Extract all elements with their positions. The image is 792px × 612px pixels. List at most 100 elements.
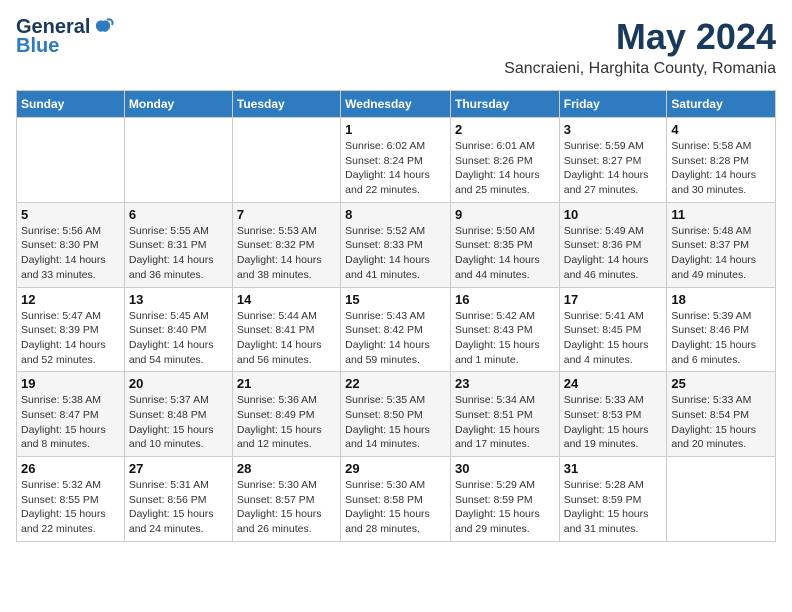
calendar-cell: 3 Sunrise: 5:59 AMSunset: 8:27 PMDaylight… xyxy=(559,118,667,203)
day-number: 26 xyxy=(21,461,120,476)
day-number: 15 xyxy=(345,292,446,307)
calendar-table: SundayMondayTuesdayWednesdayThursdayFrid… xyxy=(16,90,776,542)
day-info: Sunrise: 5:33 AMSunset: 8:53 PMDaylight:… xyxy=(564,393,663,452)
calendar-week-2: 5 Sunrise: 5:56 AMSunset: 8:30 PMDaylight… xyxy=(17,202,776,287)
calendar-cell xyxy=(667,457,776,542)
day-number: 4 xyxy=(671,122,771,137)
day-info: Sunrise: 5:50 AMSunset: 8:35 PMDaylight:… xyxy=(455,224,555,283)
day-info: Sunrise: 5:52 AMSunset: 8:33 PMDaylight:… xyxy=(345,224,446,283)
day-info: Sunrise: 6:02 AMSunset: 8:24 PMDaylight:… xyxy=(345,139,446,198)
calendar-cell: 17Sunrise: 5:41 AMSunset: 8:45 PMDayligh… xyxy=(559,287,667,372)
weekday-header-sunday: Sunday xyxy=(17,91,125,118)
day-number: 10 xyxy=(564,207,663,222)
day-number: 5 xyxy=(21,207,120,222)
day-info: Sunrise: 5:30 AMSunset: 8:58 PMDaylight:… xyxy=(345,478,446,537)
calendar-cell: 31 Sunrise: 5:28 AMSunset: 8:59 PMDayligh… xyxy=(559,457,667,542)
calendar-cell: 15Sunrise: 5:43 AMSunset: 8:42 PMDayligh… xyxy=(341,287,451,372)
calendar-cell: 9 Sunrise: 5:50 AMSunset: 8:35 PMDaylight… xyxy=(450,202,559,287)
calendar-cell: 26 Sunrise: 5:32 AMSunset: 8:55 PMDayligh… xyxy=(17,457,125,542)
day-info: Sunrise: 5:44 AMSunset: 8:41 PMDaylight:… xyxy=(237,309,336,368)
calendar-week-1: 1 Sunrise: 6:02 AMSunset: 8:24 PMDaylight… xyxy=(17,118,776,203)
day-number: 2 xyxy=(455,122,555,137)
day-info: Sunrise: 5:39 AMSunset: 8:46 PMDaylight:… xyxy=(671,309,771,368)
calendar-cell: 2Sunrise: 6:01 AMSunset: 8:26 PMDaylight… xyxy=(450,118,559,203)
calendar-cell xyxy=(17,118,125,203)
title-section: May 2024 Sancraieni, Harghita County, Ro… xyxy=(504,16,776,78)
day-info: Sunrise: 5:59 AMSunset: 8:27 PMDaylight:… xyxy=(564,139,663,198)
calendar-cell: 21 Sunrise: 5:36 AMSunset: 8:49 PMDayligh… xyxy=(232,372,340,457)
day-info: Sunrise: 5:47 AMSunset: 8:39 PMDaylight:… xyxy=(21,309,120,368)
calendar-cell: 4 Sunrise: 5:58 AMSunset: 8:28 PMDaylight… xyxy=(667,118,776,203)
calendar-cell: 25 Sunrise: 5:33 AMSunset: 8:54 PMDayligh… xyxy=(667,372,776,457)
day-info: Sunrise: 5:36 AMSunset: 8:49 PMDaylight:… xyxy=(237,393,336,452)
day-info: Sunrise: 5:56 AMSunset: 8:30 PMDaylight:… xyxy=(21,224,120,283)
weekday-header-saturday: Saturday xyxy=(667,91,776,118)
calendar-cell: 16Sunrise: 5:42 AMSunset: 8:43 PMDayligh… xyxy=(450,287,559,372)
day-info: Sunrise: 5:48 AMSunset: 8:37 PMDaylight:… xyxy=(671,224,771,283)
calendar-week-3: 12Sunrise: 5:47 AMSunset: 8:39 PMDayligh… xyxy=(17,287,776,372)
day-number: 6 xyxy=(129,207,228,222)
calendar-cell: 5 Sunrise: 5:56 AMSunset: 8:30 PMDaylight… xyxy=(17,202,125,287)
day-info: Sunrise: 5:33 AMSunset: 8:54 PMDaylight:… xyxy=(671,393,771,452)
calendar-cell: 8 Sunrise: 5:52 AMSunset: 8:33 PMDaylight… xyxy=(341,202,451,287)
day-number: 21 xyxy=(237,376,336,391)
page-title: May 2024 xyxy=(504,16,776,58)
calendar-week-5: 26 Sunrise: 5:32 AMSunset: 8:55 PMDayligh… xyxy=(17,457,776,542)
calendar-cell: 30 Sunrise: 5:29 AMSunset: 8:59 PMDayligh… xyxy=(450,457,559,542)
day-number: 23 xyxy=(455,376,555,391)
calendar-cell: 12Sunrise: 5:47 AMSunset: 8:39 PMDayligh… xyxy=(17,287,125,372)
weekday-header-thursday: Thursday xyxy=(450,91,559,118)
page-subtitle: Sancraieni, Harghita County, Romania xyxy=(504,60,776,78)
day-info: Sunrise: 5:32 AMSunset: 8:55 PMDaylight:… xyxy=(21,478,120,537)
calendar-cell: 24 Sunrise: 5:33 AMSunset: 8:53 PMDayligh… xyxy=(559,372,667,457)
calendar-cell: 22 Sunrise: 5:35 AMSunset: 8:50 PMDayligh… xyxy=(341,372,451,457)
day-number: 27 xyxy=(129,461,228,476)
day-info: Sunrise: 5:31 AMSunset: 8:56 PMDaylight:… xyxy=(129,478,228,537)
calendar-cell: 13 Sunrise: 5:45 AMSunset: 8:40 PMDayligh… xyxy=(124,287,232,372)
calendar-cell: 28 Sunrise: 5:30 AMSunset: 8:57 PMDayligh… xyxy=(232,457,340,542)
page-header: General Blue May 2024 Sancraieni, Harghi… xyxy=(16,16,776,78)
day-number: 17 xyxy=(564,292,663,307)
day-number: 22 xyxy=(345,376,446,391)
calendar-cell xyxy=(232,118,340,203)
logo-bird-icon xyxy=(92,17,114,39)
day-number: 9 xyxy=(455,207,555,222)
weekday-header-tuesday: Tuesday xyxy=(232,91,340,118)
calendar-cell: 20Sunrise: 5:37 AMSunset: 8:48 PMDayligh… xyxy=(124,372,232,457)
day-number: 30 xyxy=(455,461,555,476)
day-number: 18 xyxy=(671,292,771,307)
logo-blue-text: Blue xyxy=(16,35,59,58)
day-number: 31 xyxy=(564,461,663,476)
calendar-cell: 14 Sunrise: 5:44 AMSunset: 8:41 PMDayligh… xyxy=(232,287,340,372)
day-info: Sunrise: 5:38 AMSunset: 8:47 PMDaylight:… xyxy=(21,393,120,452)
weekday-header-monday: Monday xyxy=(124,91,232,118)
day-info: Sunrise: 5:28 AMSunset: 8:59 PMDaylight:… xyxy=(564,478,663,537)
day-number: 8 xyxy=(345,207,446,222)
day-number: 29 xyxy=(345,461,446,476)
day-info: Sunrise: 5:53 AMSunset: 8:32 PMDaylight:… xyxy=(237,224,336,283)
weekday-header-wednesday: Wednesday xyxy=(341,91,451,118)
calendar-cell: 1 Sunrise: 6:02 AMSunset: 8:24 PMDaylight… xyxy=(341,118,451,203)
day-number: 14 xyxy=(237,292,336,307)
calendar-cell: 10Sunrise: 5:49 AMSunset: 8:36 PMDayligh… xyxy=(559,202,667,287)
day-number: 3 xyxy=(564,122,663,137)
day-info: Sunrise: 5:45 AMSunset: 8:40 PMDaylight:… xyxy=(129,309,228,368)
day-number: 1 xyxy=(345,122,446,137)
day-info: Sunrise: 5:58 AMSunset: 8:28 PMDaylight:… xyxy=(671,139,771,198)
logo: General Blue xyxy=(16,16,114,58)
weekday-header-friday: Friday xyxy=(559,91,667,118)
calendar-cell: 6 Sunrise: 5:55 AMSunset: 8:31 PMDaylight… xyxy=(124,202,232,287)
day-info: Sunrise: 5:30 AMSunset: 8:57 PMDaylight:… xyxy=(237,478,336,537)
day-number: 24 xyxy=(564,376,663,391)
day-info: Sunrise: 5:35 AMSunset: 8:50 PMDaylight:… xyxy=(345,393,446,452)
day-info: Sunrise: 5:42 AMSunset: 8:43 PMDaylight:… xyxy=(455,309,555,368)
day-info: Sunrise: 5:34 AMSunset: 8:51 PMDaylight:… xyxy=(455,393,555,452)
day-number: 25 xyxy=(671,376,771,391)
day-number: 28 xyxy=(237,461,336,476)
calendar-cell: 23 Sunrise: 5:34 AMSunset: 8:51 PMDayligh… xyxy=(450,372,559,457)
day-info: Sunrise: 5:55 AMSunset: 8:31 PMDaylight:… xyxy=(129,224,228,283)
calendar-cell: 18 Sunrise: 5:39 AMSunset: 8:46 PMDayligh… xyxy=(667,287,776,372)
day-info: Sunrise: 5:29 AMSunset: 8:59 PMDaylight:… xyxy=(455,478,555,537)
day-number: 13 xyxy=(129,292,228,307)
day-number: 20 xyxy=(129,376,228,391)
